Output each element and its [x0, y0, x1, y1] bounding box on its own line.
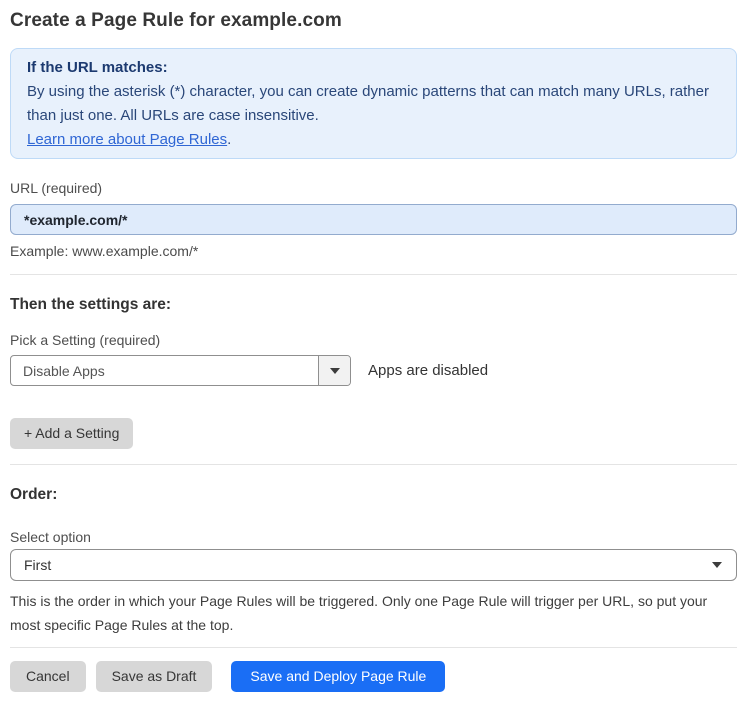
order-select-value: First	[24, 557, 52, 573]
info-box: If the URL matches: By using the asteris…	[10, 48, 737, 159]
cancel-button[interactable]: Cancel	[10, 661, 86, 692]
save-as-draft-button[interactable]: Save as Draft	[95, 661, 213, 692]
setting-row: Disable Apps Apps are disabled	[10, 355, 737, 386]
setting-dropdown-value: Disable Apps	[23, 362, 105, 379]
pick-setting-label: Pick a Setting (required)	[10, 332, 161, 348]
order-select-label: Select option	[10, 529, 91, 545]
page-title: Create a Page Rule for example.com	[10, 10, 342, 31]
order-help-text: This is the order in which your Page Rul…	[10, 593, 708, 633]
divider	[10, 647, 737, 648]
chevron-down-icon	[712, 562, 722, 568]
url-label: URL (required)	[10, 180, 103, 196]
learn-more-link[interactable]: Learn more about Page Rules	[27, 131, 227, 148]
info-box-body: By using the asterisk (*) character, you…	[27, 83, 709, 124]
url-example-text: Example: www.example.com/*	[10, 243, 199, 259]
divider	[10, 274, 737, 275]
settings-section-heading: Then the settings are:	[10, 296, 172, 313]
footer-actions: Cancel Save as Draft Save and Deploy Pag…	[10, 661, 737, 692]
chevron-down-icon	[329, 367, 340, 374]
setting-dropdown-arrow-button[interactable]	[318, 356, 350, 385]
save-and-deploy-button[interactable]: Save and Deploy Page Rule	[231, 661, 446, 692]
info-box-heading: If the URL matches:	[27, 59, 168, 76]
add-setting-button[interactable]: + Add a Setting	[10, 418, 134, 449]
link-suffix: .	[227, 131, 232, 148]
order-select[interactable]: First	[10, 549, 737, 581]
divider	[10, 464, 737, 465]
info-box-link-row: Learn more about Page Rules.	[27, 128, 720, 152]
url-input[interactable]	[10, 204, 737, 235]
setting-dropdown[interactable]: Disable Apps	[10, 355, 351, 386]
setting-status-text: Apps are disabled	[368, 362, 489, 379]
order-section-heading: Order:	[10, 486, 58, 503]
